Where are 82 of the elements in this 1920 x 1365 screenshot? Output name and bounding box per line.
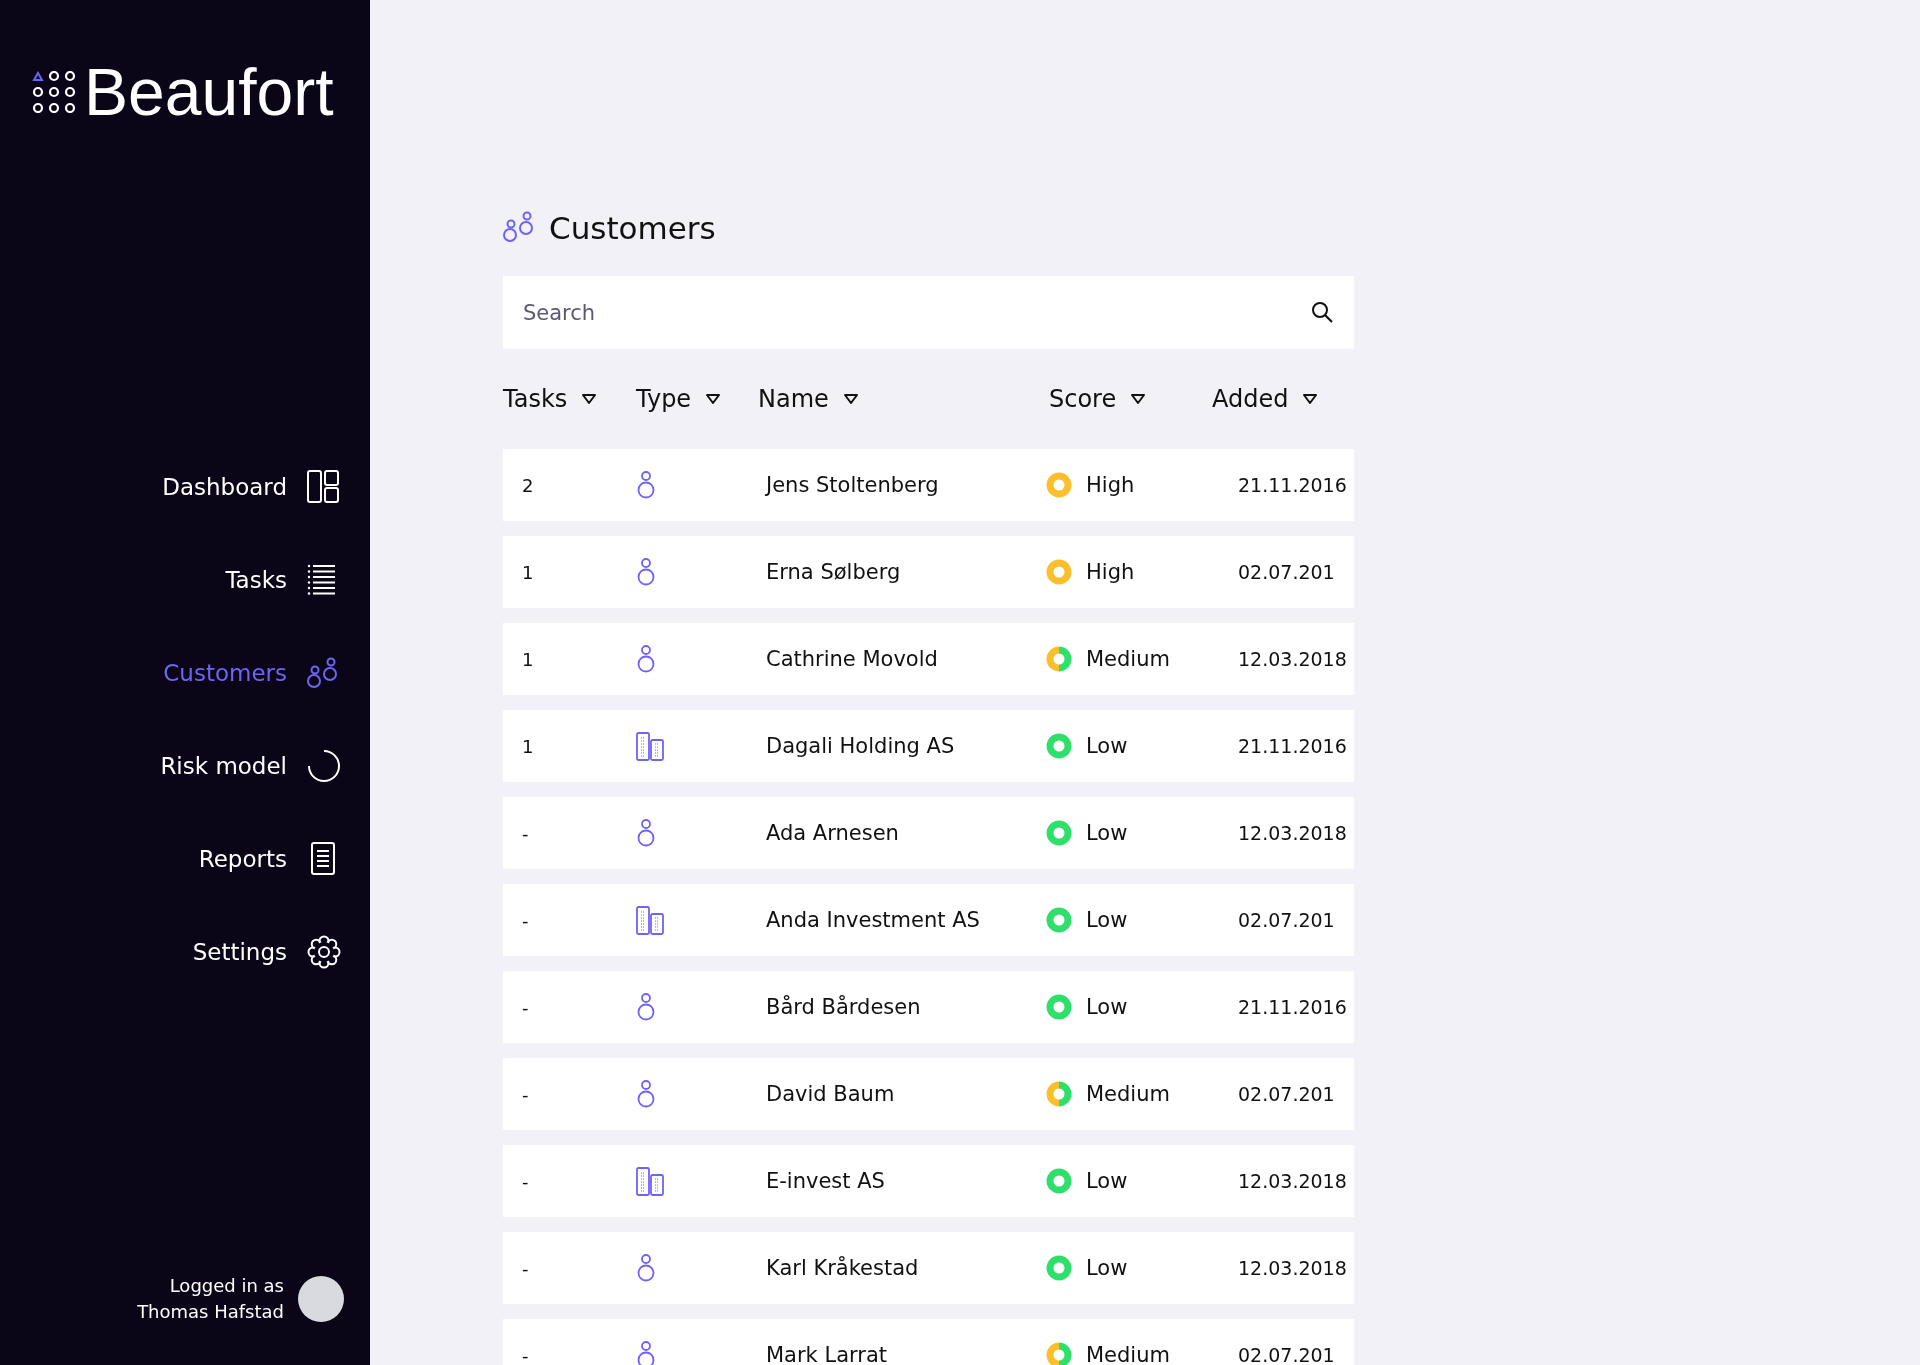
table-cell-text: 12.03.2018: [1238, 822, 1348, 844]
table-cell-text: Dagali Holding AS: [766, 734, 956, 758]
dashboard-icon: [307, 469, 341, 504]
table-cell-text: 21.11.2016: [1238, 735, 1348, 757]
table-cell-text: 1: [522, 648, 535, 670]
column-header[interactable]: Tasks: [503, 385, 598, 413]
table-row[interactable]: - Anda Investment AS Low 02.07.201: [503, 884, 1354, 956]
table-cell: Medium: [1086, 1343, 1170, 1365]
table-cell-text: 12.03.2018: [1238, 1257, 1348, 1279]
table-cell-text: Cathrine Movold: [766, 647, 939, 671]
table-cell-text: -: [522, 822, 530, 844]
table-row[interactable]: 2 Jens Stoltenberg High 21.11.2016: [503, 449, 1354, 521]
table-cell-text: 02.07.201: [1238, 1083, 1336, 1105]
column-header[interactable]: Type: [636, 385, 722, 413]
search-field[interactable]: Search: [503, 276, 1354, 349]
table-cell-text: Erna Sølberg: [766, 560, 902, 584]
table-cell: Medium: [1086, 647, 1170, 671]
table-cell-text: -: [522, 996, 530, 1018]
table-cell-text: Karl Kråkestad: [766, 1256, 920, 1280]
nav-item[interactable]: Settings: [192, 905, 341, 998]
table-cell-text: 2: [522, 474, 535, 496]
user-name: Thomas Hafstad: [137, 1300, 284, 1324]
table-cell-text: 02.07.201: [1238, 909, 1336, 931]
table-cell: Low: [1086, 734, 1128, 758]
table-cell: Low: [1086, 821, 1128, 845]
table-row[interactable]: 1 Dagali Holding AS Low 21.11.2016: [503, 710, 1354, 782]
table-row[interactable]: - Bård Bårdesen Low 21.11.2016: [503, 971, 1354, 1043]
settings-icon: [307, 934, 341, 969]
table-cell: Medium: [1086, 1082, 1170, 1106]
nav-item[interactable]: Risk model: [160, 719, 341, 812]
sort-icon: [705, 393, 722, 405]
table-cell-text: 1: [522, 735, 535, 757]
table-cell-text: Mark Larrat: [766, 1343, 889, 1365]
table-row[interactable]: - Ada Arnesen Low 12.03.2018: [503, 797, 1354, 869]
login-caption: Logged in as: [168, 1274, 284, 1298]
column-header[interactable]: Name: [758, 385, 859, 413]
table-cell-text: E-invest AS: [766, 1169, 886, 1193]
table-row[interactable]: - Mark Larrat Medium 02.07.201: [503, 1319, 1354, 1365]
table-cell-text: David Baum: [766, 1082, 896, 1106]
arc-icon: [307, 748, 341, 783]
table-cell-text: 02.07.201: [1238, 561, 1336, 583]
sort-icon: [1302, 393, 1319, 405]
table-cell-text: -: [522, 909, 530, 931]
table-cell-text: -: [522, 1170, 530, 1192]
table-row[interactable]: - Karl Kråkestad Low 12.03.2018: [503, 1232, 1354, 1304]
table-row[interactable]: - E-invest AS Low 12.03.2018: [503, 1145, 1354, 1217]
table-cell-text: 21.11.2016: [1238, 996, 1348, 1018]
table-cell-text: -: [522, 1344, 530, 1365]
table-cell-text: 12.03.2018: [1238, 1170, 1348, 1192]
avatar[interactable]: [298, 1276, 344, 1322]
table-cell-text: 21.11.2016: [1238, 474, 1348, 496]
table-cell-text: 1: [522, 561, 535, 583]
column-header[interactable]: Added: [1212, 385, 1319, 413]
nav-item[interactable]: Customers: [163, 626, 341, 719]
column-header[interactable]: Score: [1049, 385, 1147, 413]
sort-icon: [842, 393, 859, 405]
table-cell-text: 12.03.2018: [1238, 648, 1348, 670]
nav-item[interactable]: Dashboard: [162, 440, 341, 533]
table-row[interactable]: 1 Erna Sølberg High 02.07.201: [503, 536, 1354, 608]
table-cell-text: Anda Investment AS: [766, 908, 981, 932]
nav-item[interactable]: Tasks: [225, 533, 341, 626]
table-row[interactable]: 1 Cathrine Movold Medium 12.03.2018: [503, 623, 1354, 695]
table-cell: Low: [1086, 1256, 1128, 1280]
nav-item[interactable]: Reports: [198, 812, 341, 905]
table-cell: Low: [1086, 1169, 1128, 1193]
page-title: Customers: [549, 210, 716, 246]
table-cell-text: -: [522, 1083, 530, 1105]
table-cell: High: [1086, 473, 1135, 497]
table-cell-text: -: [522, 1257, 530, 1279]
table-cell: Low: [1086, 995, 1128, 1019]
table-cell: Low: [1086, 908, 1128, 932]
table-row[interactable]: - David Baum Medium 02.07.201: [503, 1058, 1354, 1130]
brand-name: Beaufort: [84, 62, 334, 122]
sort-icon: [581, 393, 598, 405]
table-cell: High: [1086, 560, 1135, 584]
table-cell-text: 02.07.201: [1238, 1344, 1336, 1365]
logo-icon: [32, 71, 76, 113]
search-icon: [1310, 300, 1334, 324]
table-cell-text: Ada Arnesen: [766, 821, 900, 845]
sort-icon: [1130, 393, 1147, 405]
table-cell-text: Jens Stoltenberg: [766, 473, 940, 497]
table-cell-text: Bård Bårdesen: [766, 995, 922, 1019]
